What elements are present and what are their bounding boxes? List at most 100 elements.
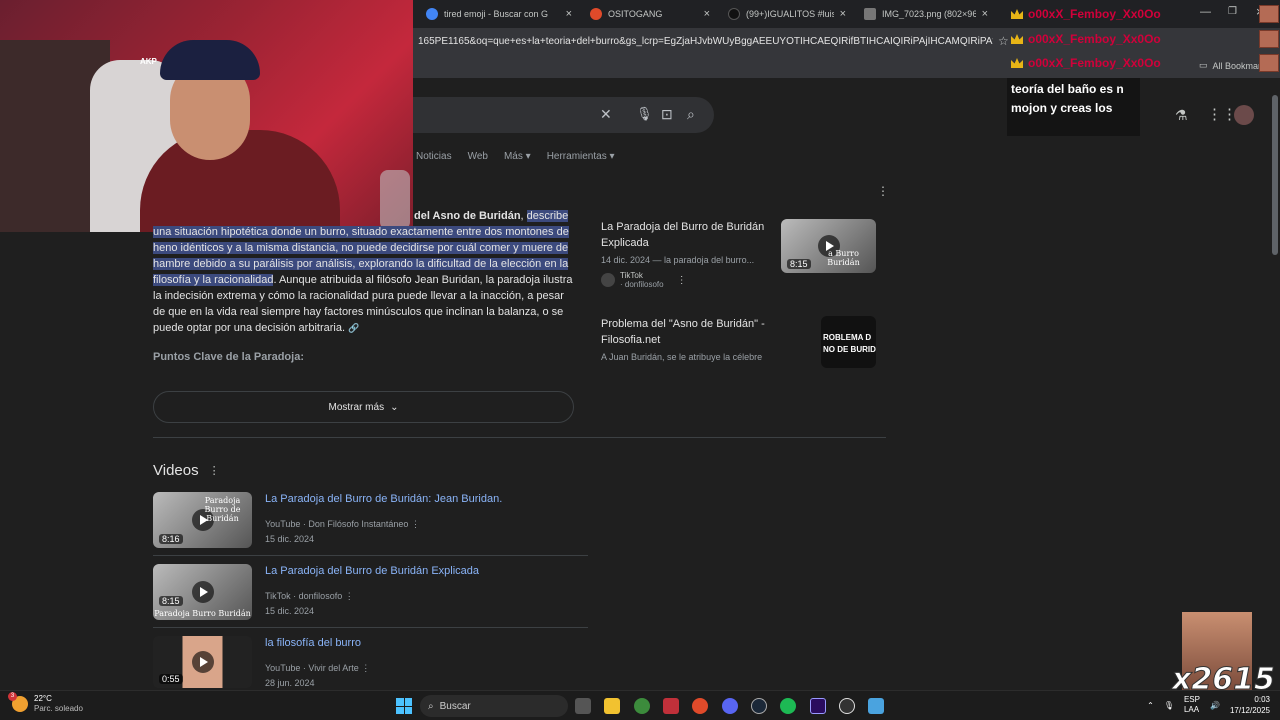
obs-icon[interactable] <box>839 698 855 714</box>
avatar[interactable] <box>1234 105 1254 125</box>
tiktok-icon <box>601 273 615 287</box>
tab-image[interactable]: IMG_7023.png (802×960) × <box>856 2 996 26</box>
divider <box>153 555 588 556</box>
microphone-icon[interactable]: 🎙 <box>636 106 653 122</box>
task-view-icon[interactable] <box>575 698 591 714</box>
clock[interactable]: 0:03 17/12/2025 <box>1230 694 1270 716</box>
source-card[interactable]: La Paradoja del Burro de Buridán Explica… <box>601 219 876 289</box>
crown-icon <box>1011 58 1023 68</box>
filter-herramientas[interactable]: Herramientas ▾ <box>547 151 615 162</box>
card-source-handle: · donfilosofo <box>620 280 664 289</box>
search-filters: Noticias Web Más ▾ Herramientas ▾ <box>416 151 615 162</box>
filter-mas[interactable]: Más ▾ <box>504 151 531 162</box>
video-title[interactable]: La Paradoja del Burro de Buridán Explica… <box>265 565 479 577</box>
ai-overview-text: del Asno de Buridán, describe una situac… <box>153 210 573 334</box>
chat-username: o00xX_Femboy_Xx0Oo <box>1028 7 1161 21</box>
tab-ositogang[interactable]: OSITOGANG × <box>582 2 718 26</box>
taskbar: 3 22°C Parc. soleado ⌕ Buscar ⌃ 🎙 ESP LAA… <box>0 690 1280 720</box>
video-title[interactable]: la filosofía del burro <box>265 637 361 649</box>
chevron-up-icon[interactable]: ⌃ <box>1147 701 1154 710</box>
language-indicator[interactable]: ESP LAA <box>1184 695 1200 715</box>
more-options-icon[interactable]: ⋮ <box>677 275 687 286</box>
chevron-down-icon: ⌄ <box>390 401 399 413</box>
search-box[interactable]: ✕ 🎙 ⊡ ⌕ <box>400 97 714 133</box>
card-meta: 14 dic. 2024 — la paradoja del burro... <box>601 255 755 265</box>
discord-icon[interactable] <box>722 698 738 714</box>
lang-1: ESP <box>1183 695 1200 704</box>
chrome-icon[interactable] <box>692 698 708 714</box>
filter-noticias[interactable]: Noticias <box>416 151 452 162</box>
more-options-icon[interactable]: ⋮ <box>209 464 220 477</box>
tab-label: tired emoji - Buscar con G <box>444 9 549 19</box>
xbox-icon[interactable] <box>634 698 650 714</box>
apps-icon[interactable]: ⋮⋮ <box>1207 105 1237 123</box>
card-thumbnail[interactable]: ROBLEMA D NO DE BURID <box>821 316 876 368</box>
system-tray: ⌃ 🎙 ESP LAA 🔊 0:03 17/12/2025 <box>1147 694 1270 716</box>
image-icon <box>864 8 876 20</box>
video-source-label: YouTube · Don Filósofo Instantáneo <box>265 519 409 529</box>
search-icon: ⌕ <box>428 700 434 712</box>
video-row[interactable]: 8:16 Paradoja Burro de Buridán La Parado… <box>153 492 588 564</box>
steam-icon[interactable] <box>751 698 767 714</box>
tab-tiktok[interactable]: (99+)IGUALITOS #luisard × <box>720 2 854 26</box>
thumb-caption: a Burro Buridán <box>827 249 860 267</box>
labs-icon[interactable]: ⚗ <box>1175 107 1188 124</box>
link-icon[interactable]: 🔗 <box>348 323 359 333</box>
thumb-caption: Paradoja Burro de Buridán <box>204 496 241 523</box>
card-source: TikTok · donfilosofo ⋮ <box>601 271 766 289</box>
show-more-button[interactable]: Mostrar más ⌄ <box>153 391 574 423</box>
chat-username: o00xX_Femboy_Xx0Oo <box>1028 56 1161 70</box>
spotify-icon[interactable] <box>780 698 796 714</box>
card-thumbnail[interactable]: 8:15 a Burro Buridán <box>781 219 876 273</box>
streamer-cap <box>160 40 260 80</box>
weather-icon: 3 <box>8 692 28 712</box>
close-icon[interactable]: × <box>704 8 710 20</box>
videos-title: Videos <box>153 462 199 479</box>
source-card[interactable]: Problema del "Asno de Buridán" - Filosof… <box>601 316 876 368</box>
clear-icon[interactable]: ✕ <box>600 106 612 123</box>
search-icon[interactable]: ⌕ <box>687 106 695 123</box>
tiktok-icon <box>728 8 740 20</box>
video-title[interactable]: La Paradoja del Burro de Buridán: Jean B… <box>265 493 502 505</box>
taskbar-search-label: Buscar <box>439 700 471 712</box>
scrollbar-thumb[interactable] <box>1272 95 1278 255</box>
tab-label: OSITOGANG <box>608 9 663 19</box>
volume-icon[interactable]: 🔊 <box>1210 701 1220 710</box>
app-icon[interactable] <box>663 698 679 714</box>
cap-text: AKP <box>140 57 157 66</box>
video-thumbnail[interactable]: 8:16 Paradoja Burro de Buridán <box>153 492 252 548</box>
close-icon[interactable]: × <box>982 8 988 20</box>
more-options-icon[interactable]: ⋮ <box>411 519 420 529</box>
video-row[interactable]: 8:15 Paradoja Burro Buridán La Paradoja … <box>153 564 588 636</box>
url-field[interactable]: 165PE1165&oq=que+es+la+teoria+del+burro&… <box>418 36 993 47</box>
chat-row: o00xX_Femboy_Xx0Oo <box>1011 4 1279 24</box>
notepad-icon[interactable] <box>868 698 884 714</box>
windows-start-icon[interactable] <box>396 698 412 714</box>
video-thumbnail[interactable]: 0:55 <box>153 636 252 688</box>
more-options-icon[interactable]: ⋮ <box>361 663 370 673</box>
tab-label: IMG_7023.png (802×960) <box>882 9 976 19</box>
microphone-icon[interactable]: 🎙 <box>1164 701 1174 710</box>
duration: 8:15 <box>787 259 811 269</box>
crown-icon <box>1011 34 1023 44</box>
video-thumbnail[interactable]: 8:15 Paradoja Burro Buridán <box>153 564 252 620</box>
notification-badge: 3 <box>8 692 17 701</box>
scrollbar[interactable] <box>1272 85 1278 685</box>
close-icon[interactable]: × <box>840 8 846 20</box>
taskbar-search[interactable]: ⌕ Buscar <box>420 695 568 717</box>
tab-search[interactable]: tired emoji - Buscar con G × <box>418 2 580 26</box>
premiere-icon[interactable] <box>810 698 826 714</box>
weather-widget[interactable]: 3 22°C Parc. soleado <box>8 692 83 714</box>
more-options-icon[interactable]: ⋮ <box>877 184 889 198</box>
filter-web[interactable]: Web <box>468 151 488 162</box>
ositogang-icon <box>590 8 602 20</box>
google-icon <box>426 8 438 20</box>
thumb-caption: ROBLEMA D NO DE BURID <box>823 333 876 354</box>
more-options-icon[interactable]: ⋮ <box>345 591 354 601</box>
file-explorer-icon[interactable] <box>604 698 620 714</box>
chat-row: o00xX_Femboy_Xx0Oo <box>1011 53 1279 73</box>
video-date: 15 dic. 2024 <box>265 606 315 616</box>
close-icon[interactable]: × <box>566 8 572 20</box>
video-source: YouTube · Don Filósofo Instantáneo ⋮ <box>265 519 420 530</box>
lens-icon[interactable]: ⊡ <box>661 106 673 123</box>
